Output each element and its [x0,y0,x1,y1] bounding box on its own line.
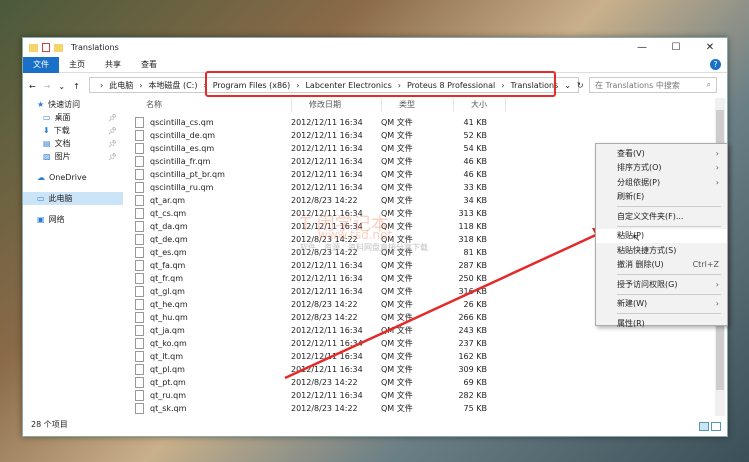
menu-separator [617,206,721,207]
context-menu: 查看(V) › 排序方式(O) › 分组依据(P) › 刷新(E) 自定义文件夹(F)... 粘… [595,143,728,328]
menu-item-label: 属性(R) [617,318,645,328]
menu-item-label: 查看(V) [617,148,645,158]
menu-item-label: 分组依据(P) [617,177,661,187]
menu-item-label: 排序方式(O) [617,163,662,173]
menu-item[interactable]: 分组依据(P) › [596,175,727,190]
menu-shortcut: Ctrl+Z [692,260,719,270]
chevron-right-icon: › [715,299,719,309]
chevron-right-icon: › [715,177,719,187]
menu-item[interactable]: 自定义文件夹(F)... [596,209,727,224]
arrow-line [284,232,599,380]
chevron-right-icon: › [715,148,719,158]
menu-item-label: 粘贴快捷方式(S) [617,245,677,255]
menu-item[interactable]: 查看(V) › [596,146,727,161]
menu-item[interactable]: 新建(W) › [596,297,727,312]
menu-item-label: 刷新(E) [617,192,645,202]
menu-separator [617,225,721,227]
menu-item[interactable]: 刷新(E) [596,190,727,205]
menu-item-label: 新建(W) [617,299,648,309]
chevron-right-icon: › [715,279,719,289]
mouse-cursor-icon: ↖ [632,233,641,244]
menu-item[interactable]: 排序方式(O) › [596,161,727,176]
menu-item[interactable]: 授予访问权限(G) › [596,277,727,292]
menu-item[interactable]: 属性(R) [596,316,727,331]
menu-item[interactable]: 撤消 删除(U) Ctrl+Z [596,258,727,273]
menu-item[interactable]: 粘贴快捷方式(S) [596,243,727,258]
menu-item[interactable]: 粘贴(P) [596,228,727,243]
menu-item-label: 撤消 删除(U) [617,260,664,270]
menu-item-label: 自定义文件夹(F)... [617,211,684,221]
menu-separator [617,274,721,275]
menu-separator [617,293,721,295]
menu-item-label: 授予访问权限(G) [617,279,678,289]
menu-separator [617,313,721,314]
chevron-right-icon: › [715,163,719,173]
